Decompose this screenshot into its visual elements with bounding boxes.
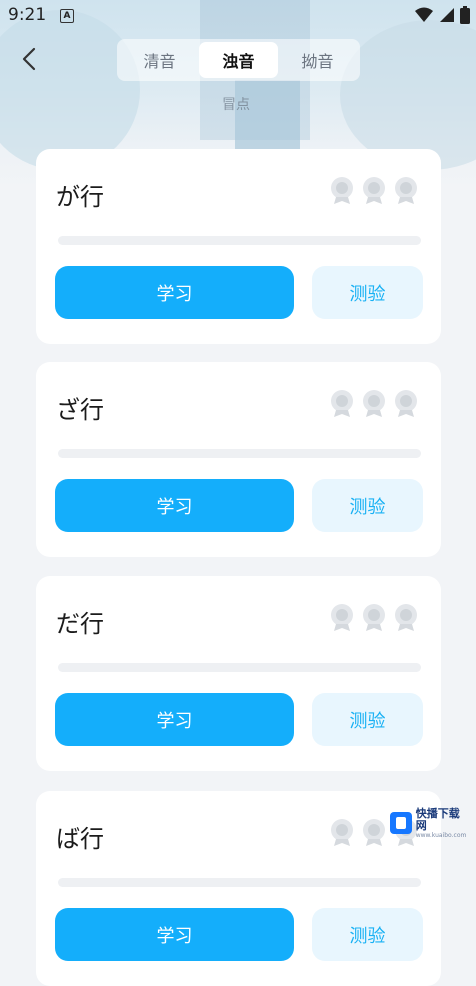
medals — [329, 602, 419, 632]
medal-icon — [395, 177, 417, 204]
row-title: が行 — [56, 183, 104, 211]
row-card-da: だ行 学习 测验 — [36, 576, 441, 771]
row-title: だ行 — [56, 610, 104, 638]
tab-yoon[interactable]: 拗音 — [278, 42, 357, 78]
learn-button[interactable]: 学习 — [55, 693, 294, 746]
watermark-sub: www.kuaibo.com — [415, 831, 467, 839]
cellular-signal-icon — [440, 8, 454, 22]
row-card-ba: ば行 学习 测验 — [36, 791, 441, 986]
tab-dakuon[interactable]: 浊音 — [199, 42, 278, 78]
medal-icon — [331, 819, 353, 846]
back-button[interactable] — [14, 44, 44, 74]
medal-icon — [363, 390, 385, 417]
progress-bar — [58, 878, 421, 887]
watermark-icon — [390, 812, 412, 834]
progress-bar — [58, 449, 421, 458]
notification-icon: A — [60, 9, 74, 23]
learn-button[interactable]: 学习 — [55, 266, 294, 319]
medal-icon — [331, 604, 353, 631]
medal-icon — [395, 390, 417, 417]
system-icons — [415, 6, 470, 24]
background-sign-text: 冒点 — [222, 97, 250, 113]
background-tree — [340, 20, 476, 170]
watermark-name: 快播下载网 — [415, 806, 460, 832]
quiz-button[interactable]: 测验 — [312, 693, 423, 746]
background-door — [235, 80, 300, 150]
quiz-button[interactable]: 测验 — [312, 908, 423, 961]
chevron-left-icon — [22, 47, 36, 71]
medal-icon — [363, 604, 385, 631]
medal-icon — [363, 819, 385, 846]
background-tree — [0, 10, 140, 170]
row-card-za: ざ行 学习 测验 — [36, 362, 441, 557]
status-bar: 9:21 A — [0, 0, 476, 30]
wifi-icon — [415, 7, 433, 22]
watermark-logo: 快播下载网 www.kuaibo.com — [390, 806, 470, 840]
medal-icon — [331, 390, 353, 417]
battery-icon — [460, 6, 470, 24]
row-card-ga: が行 学习 测验 — [36, 149, 441, 344]
medal-icon — [363, 177, 385, 204]
medal-icon — [395, 604, 417, 631]
medal-icon — [331, 177, 353, 204]
medals — [329, 388, 419, 418]
learn-button[interactable]: 学习 — [55, 908, 294, 961]
row-title: ざ行 — [56, 396, 104, 424]
progress-bar — [58, 236, 421, 245]
kana-type-tabs: 清音 浊音 拗音 — [117, 39, 360, 81]
quiz-button[interactable]: 测验 — [312, 266, 423, 319]
quiz-button[interactable]: 测验 — [312, 479, 423, 532]
progress-bar — [58, 663, 421, 672]
learn-button[interactable]: 学习 — [55, 479, 294, 532]
tab-seion[interactable]: 清音 — [120, 42, 199, 78]
medals — [329, 175, 419, 205]
status-time: 9:21 — [8, 5, 47, 25]
